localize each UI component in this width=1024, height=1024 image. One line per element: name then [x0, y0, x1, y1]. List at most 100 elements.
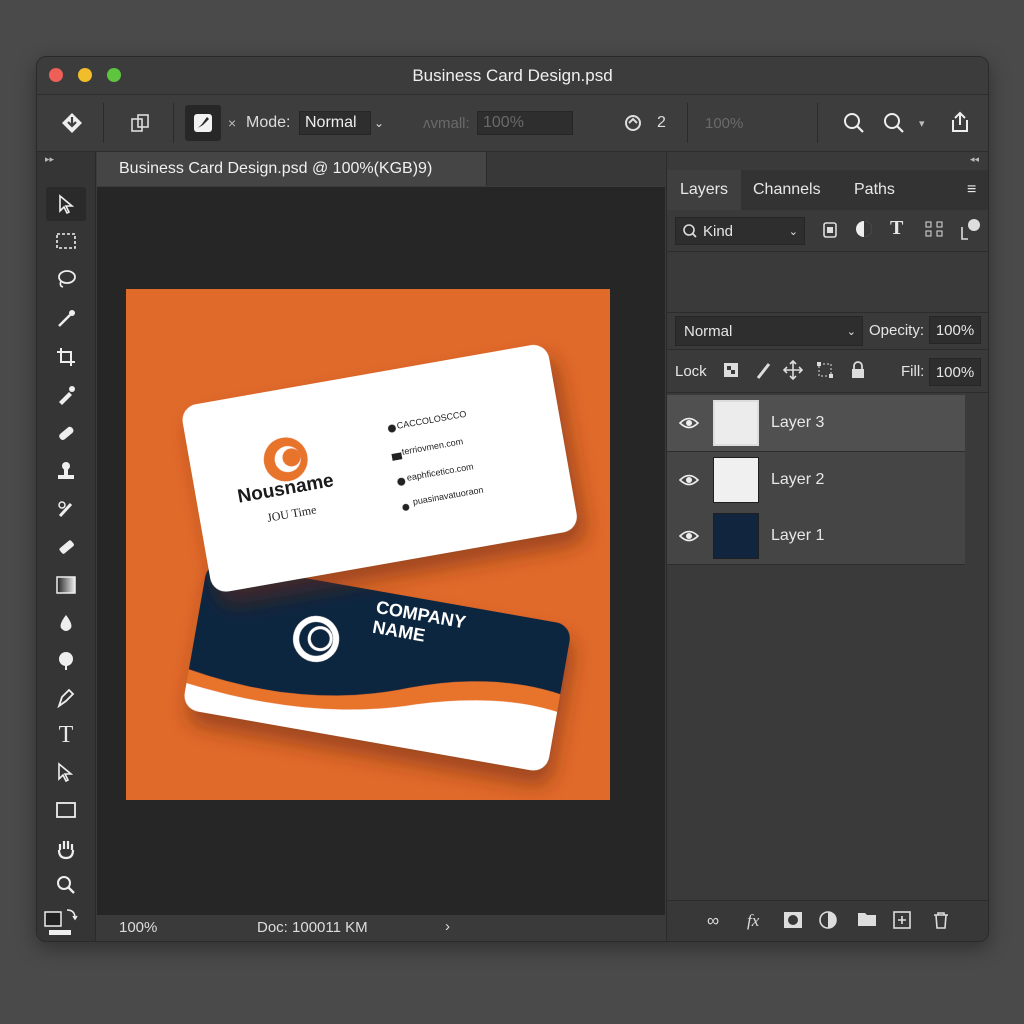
- counter-value: 2: [657, 114, 666, 131]
- zoom-icon[interactable]: [879, 108, 909, 138]
- lock-artboard-icon[interactable]: [815, 360, 835, 385]
- faded-option-label: ʌvmall:: [423, 114, 470, 132]
- app-window: Business Card Design.psd × Mode: Normal …: [36, 56, 989, 942]
- clone-stamp-tool-icon[interactable]: [46, 454, 86, 488]
- foreground-background-color-icon[interactable]: [41, 904, 85, 938]
- document-tab[interactable]: Business Card Design.psd @ 100%(KGB)9): [97, 152, 487, 186]
- fill-label: Fill:: [901, 363, 925, 380]
- blend-mode-value: Normal: [684, 322, 733, 340]
- artboard[interactable]: Nousname JOU Time CACCOLOSCCO terriovmen…: [126, 289, 610, 800]
- arrange-icon[interactable]: [125, 109, 155, 137]
- chevron-down-icon[interactable]: ⌄: [374, 95, 384, 151]
- adjustment-layer-icon[interactable]: [819, 911, 837, 934]
- opacity-field[interactable]: 100%: [929, 316, 981, 344]
- zoom-tool-icon[interactable]: [46, 868, 86, 902]
- fill-field[interactable]: 100%: [929, 358, 981, 386]
- layers-footer: ∞ fx: [667, 900, 988, 941]
- layer-style-icon[interactable]: fx: [747, 911, 759, 931]
- brush-preset-icon[interactable]: [185, 105, 221, 141]
- lock-label: Lock: [675, 363, 707, 380]
- filter-toggle-icon[interactable]: [958, 217, 982, 248]
- blur-tool-icon[interactable]: [46, 606, 86, 640]
- tools-panel: ▸▸ T: [37, 152, 96, 941]
- rectangle-tool-icon[interactable]: [46, 793, 86, 827]
- opacity-label: Opecity:: [869, 322, 925, 339]
- visibility-eye-icon[interactable]: [667, 416, 711, 430]
- panel-menu-icon[interactable]: ≡: [967, 170, 976, 210]
- healing-brush-tool-icon[interactable]: [46, 416, 86, 450]
- filter-type-icon[interactable]: T: [890, 217, 903, 240]
- blend-mode-select[interactable]: Normal ⌄: [675, 316, 863, 346]
- front-card: [182, 344, 577, 592]
- filter-kind-label: Kind: [703, 222, 734, 240]
- link-layers-icon[interactable]: ∞: [707, 911, 719, 931]
- lock-transparent-icon[interactable]: [723, 362, 739, 383]
- panel-tabs: Layers Channels Paths ≡: [667, 170, 988, 210]
- path-selection-tool-icon[interactable]: [46, 756, 86, 790]
- search-icon[interactable]: [839, 108, 869, 138]
- visibility-eye-icon[interactable]: [667, 473, 711, 487]
- gradient-tool-icon[interactable]: [46, 568, 86, 602]
- collapse-panel-icon[interactable]: ◂◂: [970, 154, 979, 165]
- chevron-down-icon: ⌄: [788, 225, 798, 238]
- back-card: [181, 561, 573, 773]
- business-card-artwork: [181, 344, 577, 773]
- layers-panel: ◂◂ Layers Channels Paths ≡ Kind ⌄ T Norm…: [666, 152, 988, 941]
- filter-pixel-icon[interactable]: [821, 219, 839, 244]
- layer-row-1[interactable]: Layer 1: [667, 508, 965, 565]
- move-tool-icon[interactable]: [46, 187, 86, 221]
- add-mask-icon[interactable]: [783, 911, 803, 934]
- visibility-eye-icon[interactable]: [667, 529, 711, 543]
- layer-row-2[interactable]: Layer 2: [667, 452, 965, 509]
- layer-name: Layer 3: [771, 414, 825, 431]
- filter-kind-select[interactable]: Kind ⌄: [675, 217, 805, 245]
- share-icon[interactable]: [945, 107, 975, 137]
- doc-size: Doc: 100011 KM: [257, 919, 368, 936]
- type-tool-icon[interactable]: T: [46, 718, 86, 752]
- quick-selection-tool-icon[interactable]: [46, 301, 86, 335]
- pen-tool-icon[interactable]: [46, 680, 86, 714]
- airbrush-icon[interactable]: [619, 109, 647, 137]
- faded-percent: 100%: [705, 114, 744, 132]
- mode-select[interactable]: Normal: [299, 111, 371, 135]
- layer-thumbnail: [713, 513, 759, 559]
- delete-layer-icon[interactable]: [933, 911, 949, 934]
- new-layer-icon[interactable]: [893, 911, 911, 934]
- lasso-tool-icon[interactable]: [46, 262, 86, 296]
- lock-pixels-icon[interactable]: [755, 360, 773, 385]
- layer-filter-row: Kind ⌄ T: [667, 211, 988, 252]
- search-icon: [683, 224, 697, 238]
- window-title: Business Card Design.psd: [412, 66, 613, 85]
- options-bar: × Mode: Normal ⌄ ʌvmall: 100% 2 100% ▾: [37, 95, 988, 152]
- collapse-panel-icon[interactable]: ▸▸: [45, 154, 54, 165]
- layer-name: Layer 1: [771, 527, 825, 544]
- dodge-tool-icon[interactable]: [46, 643, 86, 677]
- title-bar: Business Card Design.psd: [37, 57, 988, 95]
- hand-tool-icon[interactable]: [46, 832, 86, 866]
- new-group-icon[interactable]: [857, 911, 877, 932]
- crop-tool-icon[interactable]: [46, 340, 86, 374]
- tab-layers[interactable]: Layers: [667, 170, 741, 210]
- layer-name: Layer 2: [771, 471, 825, 488]
- layer-thumbnail: [713, 457, 759, 503]
- zoom-level[interactable]: 100%: [119, 919, 157, 936]
- chevron-down-icon: ⌄: [846, 325, 856, 338]
- filter-adjustment-icon[interactable]: [855, 220, 873, 243]
- eraser-tool-icon[interactable]: [46, 530, 86, 564]
- status-bar: 100% Doc: 100011 KM ›: [97, 915, 665, 941]
- lock-all-icon[interactable]: [849, 360, 867, 385]
- lock-position-icon[interactable]: [782, 359, 804, 385]
- tab-channels[interactable]: Channels: [753, 170, 821, 210]
- eyedropper-tool-icon[interactable]: [46, 378, 86, 412]
- close-icon[interactable]: ×: [228, 95, 236, 151]
- document-tab-bar: ✦ Business Card Design.psd @ 100%(KGB)9): [97, 152, 665, 186]
- status-menu-arrow[interactable]: ›: [445, 918, 450, 935]
- marquee-tool-icon[interactable]: [46, 224, 86, 258]
- filter-shape-icon[interactable]: [924, 220, 944, 243]
- tab-paths[interactable]: Paths: [854, 170, 895, 210]
- canvas-area[interactable]: Nousname JOU Time CACCOLOSCCO terriovmen…: [97, 187, 665, 915]
- layer-row-3[interactable]: Layer 3: [667, 395, 965, 452]
- chevron-down-icon[interactable]: ▾: [919, 95, 925, 151]
- history-brush-tool-icon[interactable]: [46, 492, 86, 526]
- home-icon[interactable]: [55, 107, 89, 139]
